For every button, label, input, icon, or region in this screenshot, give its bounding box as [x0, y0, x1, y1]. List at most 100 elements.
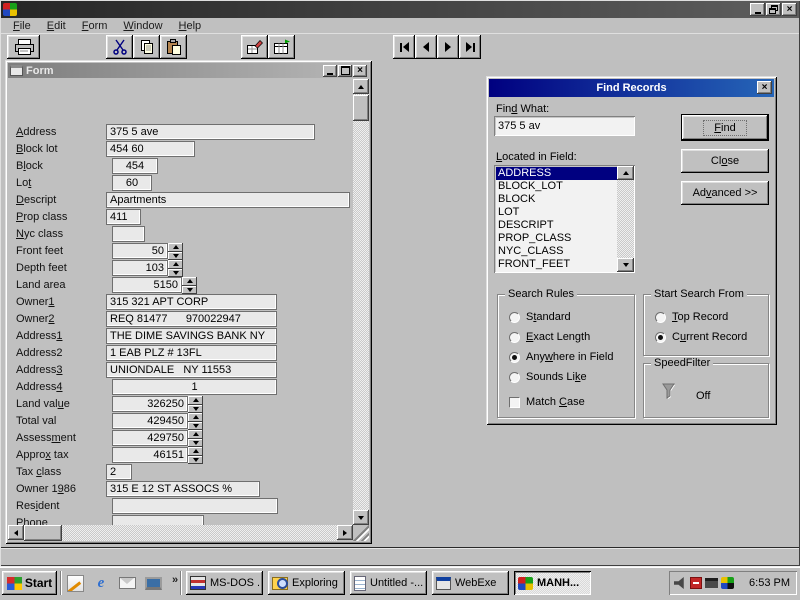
quick-launch-mail-button[interactable]: [116, 572, 138, 594]
task-button-manh[interactable]: MANH...: [514, 571, 591, 595]
horizontal-scrollbar-thumb[interactable]: [24, 525, 62, 541]
menu-edit[interactable]: Edit: [39, 19, 74, 33]
spin-up-approx-tax[interactable]: [188, 447, 203, 456]
field-input-land-value[interactable]: 326250: [112, 396, 188, 412]
first-record-button[interactable]: [393, 35, 415, 59]
menu-window[interactable]: Window: [115, 19, 170, 33]
advanced-button[interactable]: Advanced >>: [681, 181, 769, 205]
spin-down-land-area[interactable]: [182, 286, 197, 295]
task-button-webexe[interactable]: WebExe: [432, 571, 509, 595]
radio-standard[interactable]: Standard: [509, 307, 630, 327]
list-item-prop-class[interactable]: PROP_CLASS: [496, 232, 617, 245]
dialog-close-button[interactable]: ×: [757, 81, 772, 94]
task-button-untitled[interactable]: Untitled -...: [350, 571, 427, 595]
list-item-descript[interactable]: DESCRIPT: [496, 219, 617, 232]
spin-up-land-value[interactable]: [188, 396, 203, 405]
form-close-button[interactable]: ×: [353, 65, 367, 77]
field-input-address[interactable]: 375 5 ave: [106, 124, 315, 140]
list-item-address[interactable]: ADDRESS: [496, 167, 617, 180]
menu-file[interactable]: File: [5, 19, 39, 33]
spin-up-land-area[interactable]: [182, 277, 197, 286]
paste-button[interactable]: [160, 35, 187, 59]
scroll-left-button[interactable]: [8, 525, 24, 540]
list-item-lot[interactable]: LOT: [496, 206, 617, 219]
display-icon[interactable]: [721, 577, 734, 589]
form-minimize-button[interactable]: [323, 65, 337, 77]
spin-down-front-feet[interactable]: [168, 252, 183, 261]
task-button-exploring[interactable]: Exploring ...: [268, 571, 345, 595]
copy-button[interactable]: [133, 35, 160, 59]
scrollbar-track[interactable]: [617, 180, 634, 258]
print-button[interactable]: [7, 35, 40, 59]
minimize-button[interactable]: [750, 3, 765, 16]
cut-button[interactable]: [106, 35, 133, 59]
scroll-down-button[interactable]: [617, 258, 634, 272]
spin-up-assessment[interactable]: [188, 430, 203, 439]
field-input-lot[interactable]: 60: [112, 175, 152, 191]
field-input-address3[interactable]: UNIONDALE NY 11553: [106, 362, 277, 378]
field-input-resident[interactable]: [112, 498, 278, 514]
close-button[interactable]: ×: [782, 3, 797, 16]
close-dialog-button[interactable]: Close: [681, 149, 769, 173]
scroll-down-button[interactable]: [353, 510, 369, 525]
checkbox-match-case[interactable]: Match Case: [509, 392, 585, 412]
radio-exact-length[interactable]: Exact Length: [509, 327, 630, 347]
field-input-nyc-class[interactable]: [112, 226, 145, 242]
radio-current-record[interactable]: Current Record: [655, 327, 764, 347]
form-maximize-button[interactable]: [338, 65, 352, 77]
field-input-assessment[interactable]: 429750: [112, 430, 188, 446]
field-input-approx-tax[interactable]: 46151: [112, 447, 188, 463]
list-item-nyc-class[interactable]: NYC_CLASS: [496, 245, 617, 258]
field-input-depth-feet[interactable]: 103: [112, 260, 168, 276]
quick-launch-compose-button[interactable]: [64, 572, 86, 594]
form-design-button[interactable]: [241, 35, 268, 59]
volume-icon[interactable]: [674, 577, 687, 589]
previous-record-button[interactable]: [415, 35, 437, 59]
scroll-up-button[interactable]: [353, 79, 369, 94]
task-button-ms-dos[interactable]: MS-DOS ...: [186, 571, 263, 595]
field-input-block[interactable]: 454: [112, 158, 158, 174]
spin-down-approx-tax[interactable]: [188, 456, 203, 465]
data-grid-button[interactable]: [268, 35, 295, 59]
scroll-right-button[interactable]: [337, 525, 353, 540]
menu-help[interactable]: Help: [171, 19, 210, 33]
spin-down-assessment[interactable]: [188, 439, 203, 448]
field-input-owner-1986[interactable]: 315 E 12 ST ASSOCS %: [106, 481, 260, 497]
list-item-block-lot[interactable]: BLOCK_LOT: [496, 180, 617, 193]
field-input-prop-class[interactable]: 411: [106, 209, 141, 225]
list-item-block[interactable]: BLOCK: [496, 193, 617, 206]
start-button[interactable]: Start: [2, 571, 57, 595]
find-what-input[interactable]: [494, 116, 635, 136]
field-input-tax-class[interactable]: 2: [106, 464, 132, 480]
menu-form[interactable]: Form: [74, 19, 116, 33]
spin-down-total-val[interactable]: [188, 422, 203, 431]
spin-down-depth-feet[interactable]: [168, 269, 183, 278]
list-item-front-feet[interactable]: FRONT_FEET: [496, 258, 617, 271]
printer-status-icon[interactable]: [705, 578, 718, 588]
resize-grip[interactable]: [353, 525, 369, 541]
scroll-up-button[interactable]: [617, 166, 634, 180]
quick-launch-internet-explorer-button[interactable]: e: [90, 572, 112, 594]
vertical-scrollbar-thumb[interactable]: [353, 95, 369, 121]
radio-sounds-like[interactable]: Sounds Like: [509, 367, 630, 387]
field-input-block-lot[interactable]: 454 60: [106, 141, 195, 157]
spin-up-total-val[interactable]: [188, 413, 203, 422]
field-input-address1[interactable]: THE DIME SAVINGS BANK NY: [106, 328, 277, 344]
find-button[interactable]: Find: [681, 114, 769, 141]
field-input-address4[interactable]: 1: [112, 379, 277, 395]
spin-up-depth-feet[interactable]: [168, 260, 183, 269]
spin-down-land-value[interactable]: [188, 405, 203, 414]
last-record-button[interactable]: [459, 35, 481, 59]
field-input-owner1[interactable]: 315 321 APT CORP: [106, 294, 277, 310]
radio-anywhere-in-field[interactable]: Anywhere in Field: [509, 347, 630, 367]
field-input-land-area[interactable]: 5150: [112, 277, 182, 293]
antivirus-icon[interactable]: [690, 577, 702, 589]
scrollbar-track[interactable]: [353, 94, 369, 510]
next-record-button[interactable]: [437, 35, 459, 59]
restore-button[interactable]: [766, 3, 781, 16]
scrollbar-track[interactable]: [24, 525, 337, 541]
field-input-descript[interactable]: Apartments: [106, 192, 350, 208]
field-input-address2[interactable]: 1 EAB PLZ # 13FL: [106, 345, 277, 361]
field-input-total-val[interactable]: 429450: [112, 413, 188, 429]
quick-launch-desktop-button[interactable]: [142, 572, 164, 594]
